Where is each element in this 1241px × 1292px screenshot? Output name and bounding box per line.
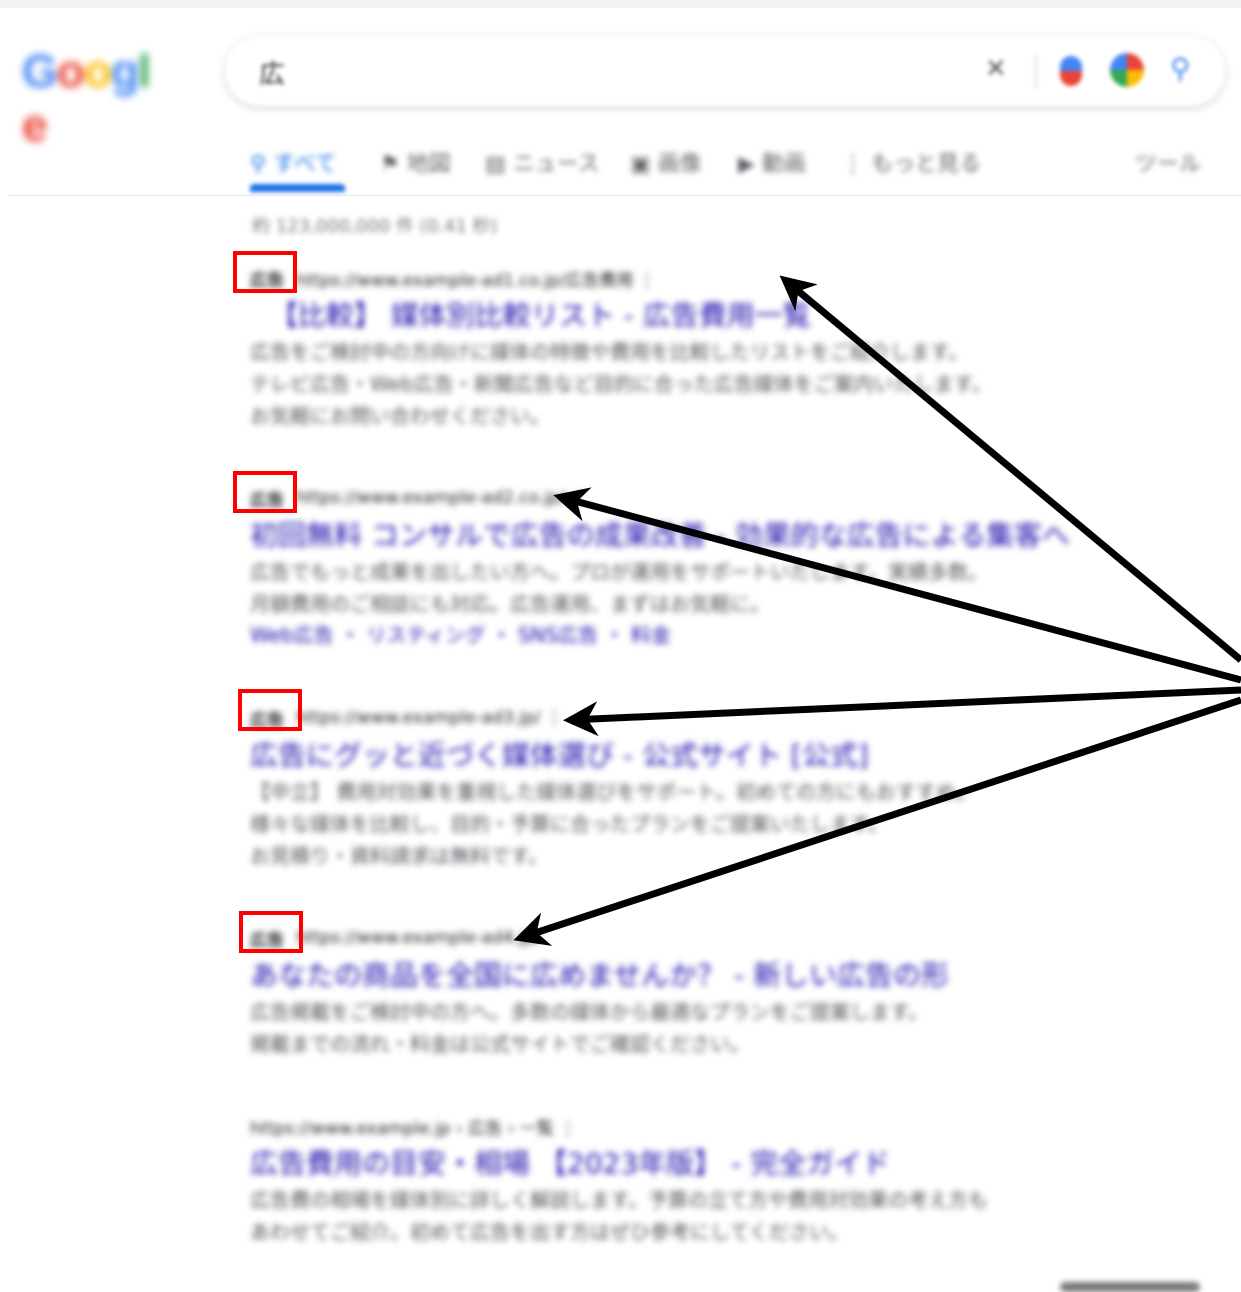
- result-title[interactable]: あなたの商品を全国に広めませんか？ - 新しい広告の形: [250, 958, 1130, 994]
- result-snippet: 広告費の相場を媒体別に詳しく解説します。予算の立て方や費用対効果の考え方も あわせ…: [250, 1188, 988, 1244]
- result-snippet: 広告をご検討中の方向けに媒体の特徴や費用を比較したリストをご紹介します。 テレビ広…: [250, 340, 992, 428]
- top-bar: [0, 0, 1241, 8]
- tab-all[interactable]: ⚲ すべて: [250, 146, 337, 178]
- search-icon: ⚲: [250, 152, 274, 177]
- next-result-fragment: [1060, 1282, 1200, 1292]
- search-divider: [1035, 54, 1037, 88]
- ad-result-1: 広告 https://www.example-ad1.co.jp/広告費用 ⋮ 【…: [250, 264, 1130, 432]
- map-pin-icon: ⚑: [380, 152, 407, 177]
- logo-letter: G: [22, 45, 58, 97]
- google-logo[interactable]: Googl e: [22, 44, 162, 151]
- search-icon[interactable]: ⚲: [1170, 52, 1191, 85]
- organic-result: https://www.example.jp › 広告 › 一覧 ⋮ 広告費用の…: [250, 1112, 1130, 1248]
- tab-tools[interactable]: ツール: [1135, 146, 1201, 178]
- ad-result-3: 広告 https://www.example-ad3.jp/ ⋮ 広告にグッと近づ…: [250, 704, 1130, 872]
- logo-letter: o: [83, 45, 112, 97]
- result-stats: 約 123,000,000 件 (0.41 秒): [252, 216, 498, 237]
- result-url[interactable]: https://www.example-ad4.jp/: [296, 928, 540, 948]
- logo-letter: g: [111, 45, 139, 97]
- tab-news[interactable]: ▤ ニュース: [485, 146, 600, 178]
- ad-highlight-box: [238, 689, 302, 731]
- clear-icon[interactable]: ✕: [985, 54, 1007, 84]
- result-snippet: 【中立】 費用対効果を重視した媒体選びをサポート。初めての方にもおすすめ。 様々な…: [250, 780, 976, 868]
- ad-highlight-box: [233, 251, 297, 293]
- result-title[interactable]: 初回無料 コンサルで広告の成果改善 - 効果的な広告による集客へ: [250, 518, 1130, 554]
- search-box[interactable]: 広 ✕ ⚲: [225, 36, 1225, 106]
- news-icon: ▤: [485, 152, 513, 177]
- tab-videos[interactable]: ▶ 動画: [738, 146, 806, 178]
- result-url[interactable]: https://www.example-ad2.co.jp/ ⋮: [296, 488, 588, 508]
- video-icon: ▶: [738, 152, 762, 177]
- result-title[interactable]: 広告にグッと近づく媒体選び - 公式サイト [公式]: [250, 738, 1130, 774]
- result-url[interactable]: https://www.example.jp › 広告 › 一覧 ⋮: [250, 1114, 576, 1139]
- more-icon: ⋮: [842, 152, 871, 177]
- result-url[interactable]: https://www.example-ad3.jp/ ⋮: [296, 708, 563, 728]
- ad-result-2: 広告 https://www.example-ad2.co.jp/ ⋮ 初回無料 …: [250, 484, 1130, 650]
- image-icon: ▣: [630, 152, 658, 177]
- tab-more[interactable]: ⋮ もっと見る: [842, 146, 981, 178]
- sitelinks[interactable]: Web広告 ・ リスティング ・ SNS広告 ・ 料金: [250, 620, 1130, 650]
- active-tab-indicator: [250, 184, 345, 192]
- microphone-icon[interactable]: [1060, 56, 1082, 86]
- logo-letter: e: [22, 99, 48, 151]
- logo-letter: l: [138, 45, 151, 97]
- search-tabs: ⚲ すべて ⚑ 地図 ▤ ニュース ▣ 画像 ▶ 動画 ⋮ もっと見る ツール: [250, 140, 1210, 190]
- result-snippet: 広告掲載をご検討中の方へ。多数の媒体から最適なプランをご提案します。 掲載までの流…: [250, 1000, 928, 1056]
- result-snippet: 広告でもっと成果を出したい方へ。プロが運用をサポートいたします。実績多数。 月額費…: [250, 560, 988, 616]
- ad-result-4: 広告 https://www.example-ad4.jp/ あなたの商品を全国に…: [250, 924, 1130, 1060]
- tab-maps[interactable]: ⚑ 地図: [380, 146, 451, 178]
- lens-icon[interactable]: [1110, 53, 1144, 87]
- header-divider: [8, 195, 1241, 196]
- ad-highlight-box: [233, 471, 297, 513]
- ad-highlight-box: [239, 911, 303, 953]
- result-title[interactable]: 【比較】 媒体別比較リスト - 広告費用一覧: [270, 298, 1130, 334]
- logo-letter: o: [56, 45, 85, 97]
- search-input[interactable]: 広: [259, 54, 285, 91]
- result-url[interactable]: https://www.example-ad1.co.jp/広告費用 ⋮: [296, 266, 656, 291]
- result-title[interactable]: 広告費用の目安・相場 【2023年版】 - 完全ガイド: [250, 1146, 1130, 1182]
- tab-images[interactable]: ▣ 画像: [630, 146, 702, 178]
